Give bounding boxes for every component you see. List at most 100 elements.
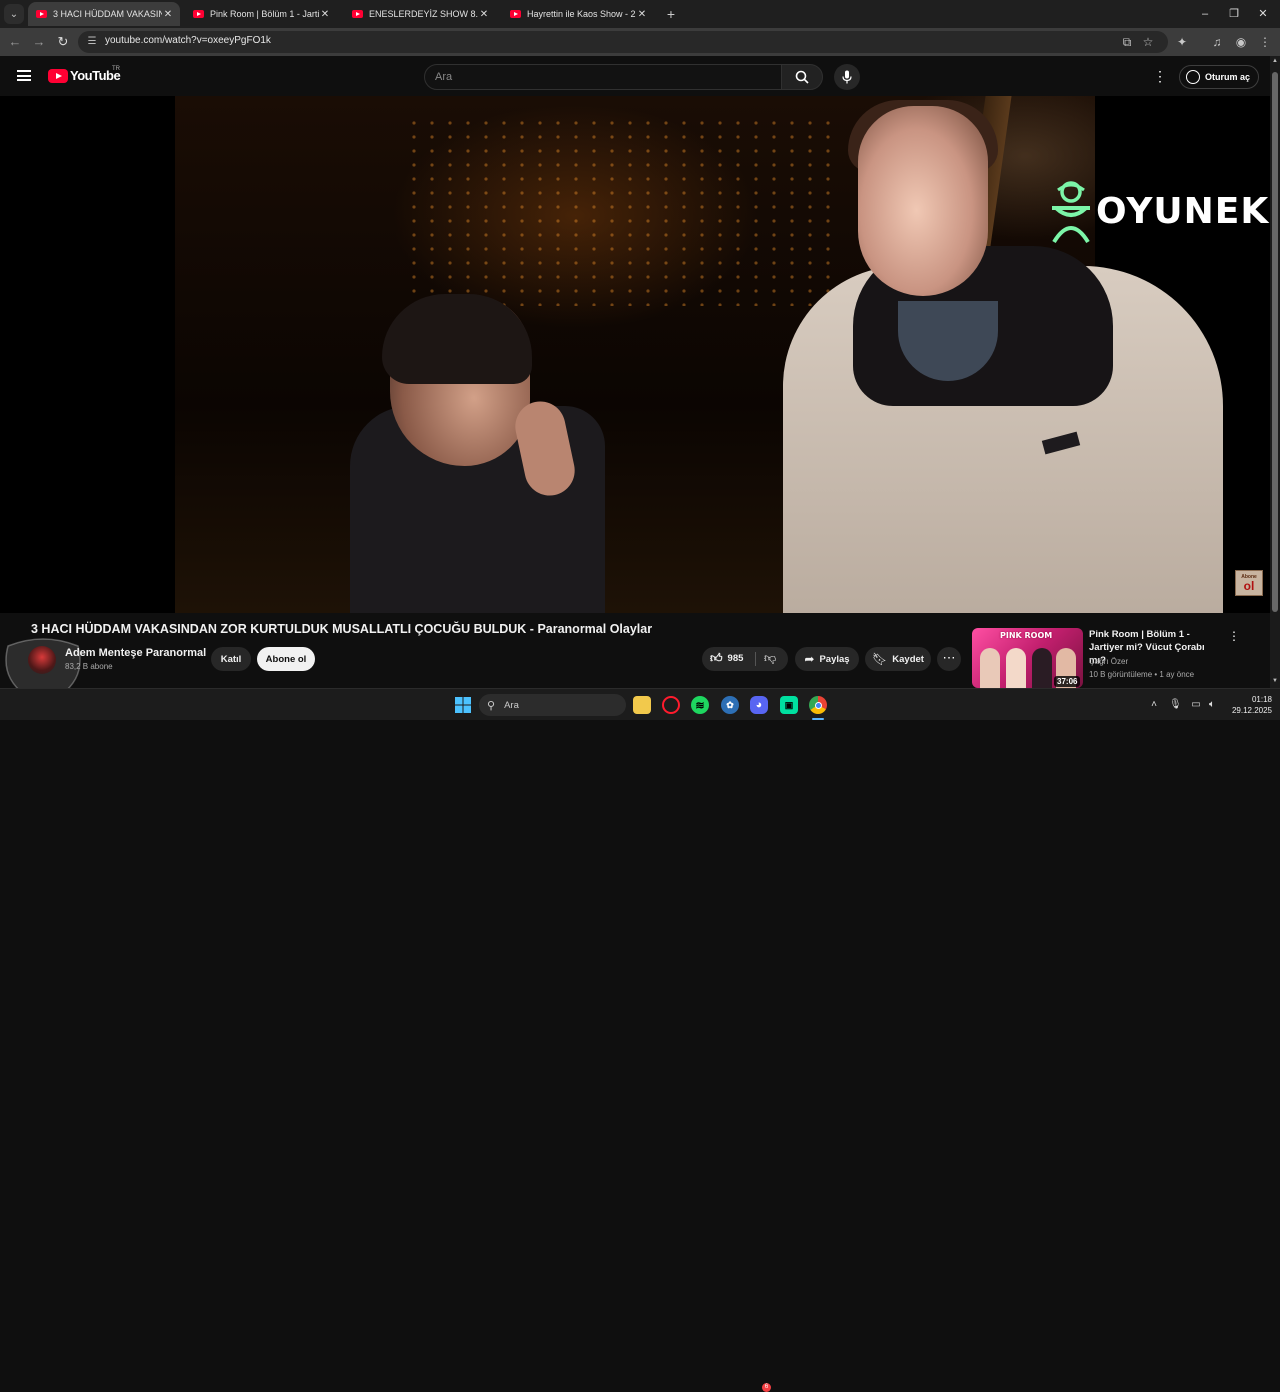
video-duration: 37:06 [1054,676,1081,687]
restore-button[interactable]: ❐ [1225,5,1243,23]
thumbnail-text: PINK ROOM [1000,631,1053,640]
subscriber-count: 83,2 B abone [65,662,113,671]
system-clock[interactable]: 01:18 29.12.2025 [1222,694,1272,716]
chrome-icon-center [814,701,822,709]
scroll-down-arrow-icon[interactable]: ▼ [1271,678,1279,686]
tab-2[interactable]: Pink Room | Bölüm 1 - Jartiyer ✕ [185,2,337,26]
forward-button[interactable]: → [31,34,47,50]
file-explorer-icon[interactable] [633,696,651,714]
site-info-icon[interactable]: ☰ [86,36,98,48]
close-window-button[interactable]: ✕ [1254,5,1272,23]
like-divider [755,652,756,666]
oyuneks-mascot-icon [1048,178,1094,244]
app-icon-green[interactable]: ▣ [780,696,798,714]
video-person-left [350,294,610,613]
cast-icon[interactable]: ⧉ [1119,34,1135,50]
opera-icon[interactable] [662,696,680,714]
youtube-favicon-icon [352,10,363,18]
browser-toolbar: ← → ↻ ☰ youtube.com/watch?v=oxeeyPgFO1k … [0,28,1280,56]
subscribe-watermark-badge[interactable]: Abone ol [1235,570,1263,596]
tab-1[interactable]: 3 HACI HÜDDAM VAKASINDAN ✕ [28,2,180,26]
bookmark-star-icon[interactable]: ☆ [1140,34,1156,50]
recommended-video-meta: 10 B görüntüleme • 1 ay önce [1089,670,1195,679]
search-button[interactable] [781,64,823,90]
discord-icon[interactable]: ◕ [750,696,768,714]
recommended-video-menu-icon[interactable]: ⋮ [1228,629,1240,645]
close-tab-icon[interactable]: ✕ [319,9,331,20]
thumbs-down-icon: 👎︎ [764,651,777,665]
back-button[interactable]: ← [7,34,23,50]
volume-icon[interactable]: 🔈︎ [1205,697,1219,713]
start-button[interactable] [454,696,472,714]
youtube-favicon-icon [510,10,521,18]
join-button[interactable]: Katıl [211,647,251,671]
network-icon[interactable]: ▭ [1189,697,1203,713]
new-tab-button[interactable]: + [664,5,678,23]
tab-search-button[interactable]: ⌄ [4,4,24,24]
address-bar[interactable]: ☰ youtube.com/watch?v=oxeeyPgFO1k [78,31,1168,53]
url-text: youtube.com/watch?v=oxeeyPgFO1k [105,35,271,46]
tab-4[interactable]: Hayrettin ile Kaos Show - 2.Sez ✕ [502,2,654,26]
search-box[interactable] [424,64,782,90]
settings-menu-icon[interactable]: ⋮ [1153,68,1167,84]
scrollbar-thumb[interactable] [1272,72,1278,612]
spotify-icon[interactable]: ≋ [691,696,709,714]
discord-badge: 6 [762,1383,771,1392]
recommended-video-thumbnail-2 [1006,648,1026,688]
video-title: 3 HACI HÜDDAM VAKASINDAN ZOR KURTULDUK M… [31,622,653,636]
like-count: 985 [727,653,744,664]
scroll-up-arrow-icon[interactable]: ▲ [1271,58,1279,66]
clock-date: 29.12.2025 [1231,706,1272,715]
microphone-tray-icon[interactable]: 🎙︎ [1169,697,1182,713]
like-button[interactable]: 👍︎ 985 [710,651,743,666]
minimize-button[interactable]: – [1196,5,1214,23]
recommended-channel-name[interactable]: Çağrı Özer [1089,657,1128,666]
close-tab-icon[interactable]: ✕ [478,9,490,20]
close-tab-icon[interactable]: ✕ [636,9,648,20]
subscribe-label: Abone ol [265,653,307,665]
subscribe-button[interactable]: Abone ol [257,647,315,671]
youtube-favicon-icon [36,10,47,18]
video-player[interactable]: OYUNEKS Abone ol [0,96,1270,613]
country-code: TR [112,66,120,72]
badge-bottom-text: ol [1243,579,1255,593]
thumbs-up-icon: 👍︎ [710,651,723,665]
channel-avatar[interactable] [28,646,56,674]
taskbar-search-label: Ara [504,699,519,711]
channel-name[interactable]: Adem Menteşe Paranormal [65,647,206,659]
windows-taskbar: ⚲ Ara ≋ ✿ ◕ 6 ▣ ˄ 🎙︎ ▭ 🔈︎ 01:18 29.12.20… [0,688,1280,1392]
browser-tab-bar: ⌄ 3 HACI HÜDDAM VAKASINDAN ✕ Pink Room |… [0,0,1280,28]
sign-in-button[interactable]: Oturum aç [1179,65,1259,89]
search-input[interactable] [435,71,765,83]
windows-logo-icon [455,697,471,713]
search-icon: ⚲ [487,699,496,712]
tab-3[interactable]: ENESLERDEYİZ SHOW 8. BÖLÜM ✕ [344,2,496,26]
youtube-logo-icon[interactable] [48,69,68,83]
show-hidden-icons-icon[interactable]: ˄ [1148,697,1160,713]
microphone-icon [842,70,852,84]
share-label: Paylaş [819,653,850,665]
channel-watermark: OYUNEKS [1048,178,1270,244]
bookmark-icon: 🔖︎ [872,652,888,666]
search-icon [795,70,809,84]
profile-icon[interactable]: ◉ [1233,34,1249,50]
save-button[interactable]: 🔖︎ Kaydet [865,647,931,671]
menu-icon[interactable] [17,70,31,81]
taskbar-search[interactable]: ⚲ Ara [479,694,626,716]
media-controls-icon[interactable]: ♫ [1209,34,1225,50]
watermark-text: OYUNEKS [1096,190,1270,232]
extensions-icon[interactable]: ✦ [1174,34,1190,50]
close-tab-icon[interactable]: ✕ [162,9,174,20]
join-label: Katıl [220,653,242,665]
dislike-button[interactable]: 👎︎ [764,651,776,666]
reload-button[interactable]: ↻ [55,34,71,50]
share-button[interactable]: ➦ Paylaş [795,647,859,671]
app-icon[interactable]: ✿ [721,696,739,714]
voice-search-button[interactable] [834,64,860,90]
more-actions-button[interactable]: ⋯ [937,647,961,671]
chrome-icon[interactable] [809,696,827,714]
save-label: Kaydet [892,653,924,665]
browser-menu-icon[interactable]: ⋮ [1257,34,1273,50]
video-frame [175,96,1223,613]
video-person-right-5 [858,106,988,296]
